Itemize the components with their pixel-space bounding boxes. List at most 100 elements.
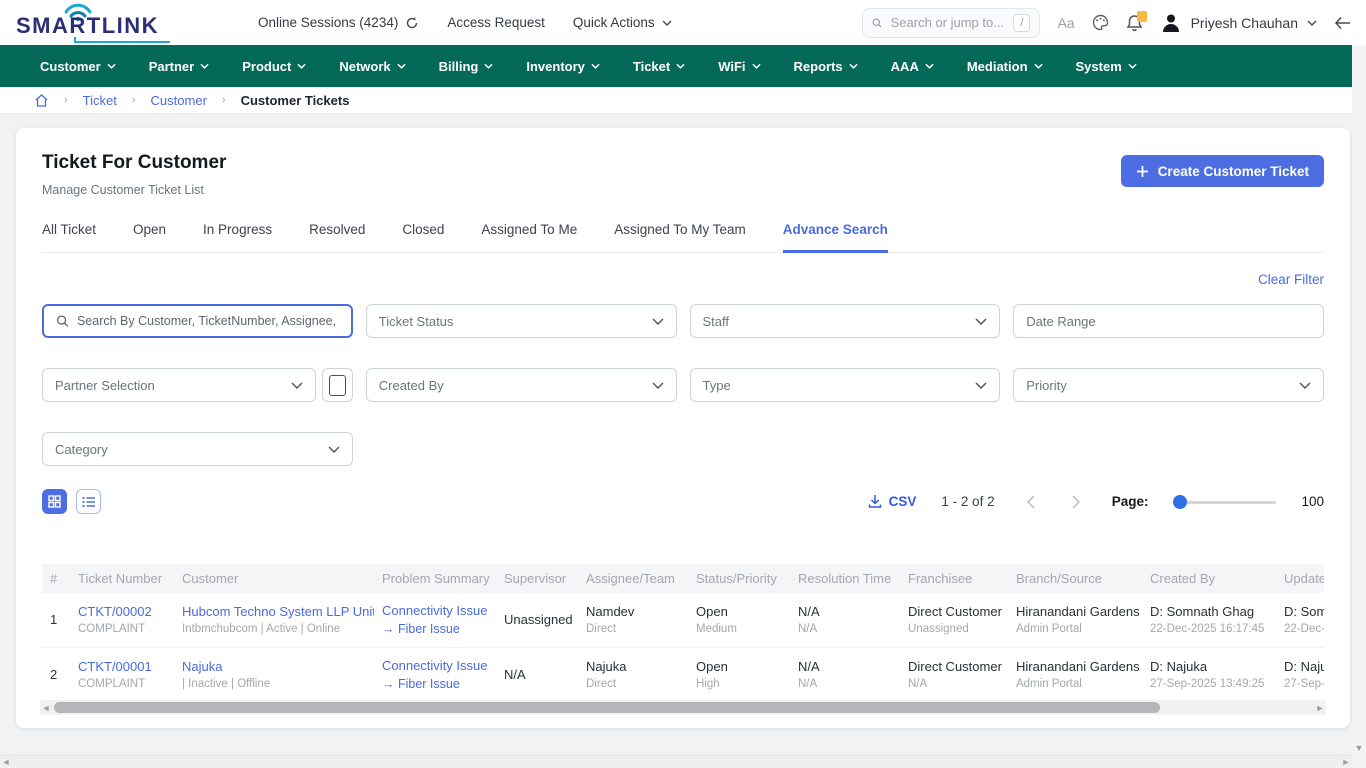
nav-item-inventory[interactable]: Inventory	[526, 59, 600, 74]
page-horizontal-scrollbar[interactable]: ◄ ►	[0, 755, 1352, 768]
nav-item-wifi[interactable]: WiFi	[718, 59, 760, 74]
chevron-down-icon	[925, 63, 934, 69]
slider-track	[1173, 501, 1276, 504]
breadcrumb-customer[interactable]: Customer	[151, 93, 207, 108]
text-size-toggle[interactable]: Aa	[1057, 15, 1074, 31]
notifications-bell-icon[interactable]	[1126, 14, 1143, 32]
chevron-right-icon	[1072, 495, 1081, 509]
col-ticket-number: Ticket Number	[70, 564, 174, 593]
tab-resolved[interactable]: Resolved	[309, 222, 365, 253]
nav-item-aaa[interactable]: AAA	[891, 59, 934, 74]
chevron-down-icon	[676, 63, 685, 69]
user-menu[interactable]: Priyesh Chauhan	[1160, 12, 1317, 34]
refresh-icon[interactable]	[405, 16, 419, 30]
theme-palette-icon[interactable]	[1092, 14, 1109, 31]
scroll-right-arrow[interactable]: ►	[1314, 703, 1326, 713]
nav-item-mediation[interactable]: Mediation	[967, 59, 1043, 74]
back-arrow-icon[interactable]	[1334, 16, 1352, 30]
next-page-button[interactable]	[1066, 495, 1087, 509]
top-links: Online Sessions (4234) Access Request Qu…	[258, 15, 672, 30]
source-value: Admin Portal	[1016, 623, 1134, 635]
chevron-down-icon	[1034, 63, 1043, 69]
nav-item-network[interactable]: Network	[339, 59, 405, 74]
tab-all-ticket[interactable]: All Ticket	[42, 222, 96, 253]
branch-value: Hiranandani Gardens	[1016, 659, 1134, 674]
resolution-time-sub: N/A	[798, 678, 892, 690]
nav-item-system[interactable]: System	[1076, 59, 1137, 74]
priority-dropdown[interactable]: Priority	[1013, 368, 1324, 402]
scroll-left-arrow[interactable]: ◄	[0, 757, 12, 767]
csv-export-button[interactable]: CSV	[868, 494, 917, 509]
global-search[interactable]: /	[862, 8, 1040, 38]
updated-by-value: D: Najuka	[1284, 659, 1324, 674]
breadcrumb-separator: ›	[64, 94, 68, 106]
page-subtitle: Manage Customer Ticket List	[42, 183, 226, 197]
partner-checkbox[interactable]	[322, 368, 353, 402]
tab-advance-search[interactable]: Advance Search	[783, 222, 888, 253]
breadcrumb-ticket[interactable]: Ticket	[83, 93, 117, 108]
ticket-search-field[interactable]	[42, 304, 353, 338]
ticket-search-input[interactable]	[77, 314, 339, 328]
table-horizontal-scrollbar[interactable]: ◄ ►	[40, 700, 1326, 715]
ticket-tabs: All Ticket Open In Progress Resolved Clo…	[42, 222, 1324, 253]
ticket-status-dropdown[interactable]: Ticket Status	[366, 304, 677, 338]
page-size-slider[interactable]	[1173, 495, 1276, 509]
scroll-right-arrow[interactable]: ►	[1340, 757, 1352, 767]
chevron-down-icon	[297, 63, 306, 69]
partner-selection-dropdown[interactable]: Partner Selection	[42, 368, 316, 402]
table-row: 2 CTKT/00001 COMPLAINT Najuka | Inactive…	[42, 648, 1324, 703]
chevron-down-icon	[662, 20, 672, 26]
filter-grid: Ticket Status Staff Partner Selection Cr…	[42, 304, 1324, 466]
global-search-input[interactable]	[891, 15, 1006, 30]
quick-actions-menu[interactable]: Quick Actions	[573, 15, 672, 30]
category-dropdown[interactable]: Category	[42, 432, 353, 466]
tab-assigned-to-my-team[interactable]: Assigned To My Team	[614, 222, 746, 253]
scroll-down-arrow[interactable]: ▼	[1355, 743, 1364, 755]
date-range-field[interactable]	[1013, 304, 1324, 338]
scroll-left-arrow[interactable]: ◄	[40, 703, 52, 713]
tab-assigned-to-me[interactable]: Assigned To Me	[481, 222, 577, 253]
page-vertical-scrollbar[interactable]: ▼	[1352, 0, 1366, 755]
logo-text: SMARTLINK	[16, 13, 159, 39]
grid-view-button[interactable]	[42, 489, 67, 514]
prev-page-button[interactable]	[1020, 495, 1041, 509]
supervisor-value: N/A	[504, 667, 570, 682]
access-request[interactable]: Access Request	[447, 15, 545, 30]
customer-link[interactable]: Najuka	[182, 659, 366, 674]
create-customer-ticket-button[interactable]: Create Customer Ticket	[1121, 155, 1324, 187]
nav-item-partner[interactable]: Partner	[149, 59, 210, 74]
online-sessions[interactable]: Online Sessions (4234)	[258, 15, 419, 30]
nav-item-billing[interactable]: Billing	[439, 59, 494, 74]
resolution-time-value: N/A	[798, 604, 892, 619]
tab-closed[interactable]: Closed	[402, 222, 444, 253]
date-range-input[interactable]	[1026, 314, 1311, 329]
created-by-dropdown[interactable]: Created By	[366, 368, 677, 402]
chevron-down-icon	[484, 63, 493, 69]
staff-dropdown[interactable]: Staff	[690, 304, 1001, 338]
tab-in-progress[interactable]: In Progress	[203, 222, 272, 253]
problem-sub-issue[interactable]: → Fiber Issue	[382, 677, 488, 691]
ticket-number-link[interactable]: CTKT/00001	[78, 659, 166, 674]
problem-sub-issue[interactable]: → Fiber Issue	[382, 622, 488, 636]
nav-item-customer[interactable]: Customer	[40, 59, 116, 74]
type-dropdown[interactable]: Type	[690, 368, 1001, 402]
topbar-right: / Aa Priyesh Chauhan	[862, 8, 1352, 38]
nav-item-reports[interactable]: Reports	[794, 59, 858, 74]
problem-summary-link[interactable]: Connectivity Issue	[382, 658, 488, 673]
clear-filter-link[interactable]: Clear Filter	[1258, 272, 1324, 287]
customer-link[interactable]: Hubcom Techno System LLP Unit	[182, 604, 366, 619]
tab-open[interactable]: Open	[133, 222, 166, 253]
scrollbar-thumb[interactable]	[54, 702, 1160, 713]
slider-knob[interactable]	[1173, 495, 1187, 509]
breadcrumb: › Ticket › Customer › Customer Tickets	[0, 87, 1366, 114]
franchisee-sub: N/A	[908, 678, 1000, 690]
ticket-number-link[interactable]: CTKT/00002	[78, 604, 166, 619]
list-view-button[interactable]	[76, 489, 101, 514]
created-by-value: D: Somnath Ghag	[1150, 604, 1268, 619]
smartlink-logo[interactable]: SMARTLINK	[16, 4, 188, 42]
home-icon[interactable]	[34, 93, 49, 108]
checkbox-icon	[329, 375, 346, 396]
nav-item-product[interactable]: Product	[242, 59, 306, 74]
nav-item-ticket[interactable]: Ticket	[633, 59, 685, 74]
problem-summary-link[interactable]: Connectivity Issue	[382, 603, 488, 618]
